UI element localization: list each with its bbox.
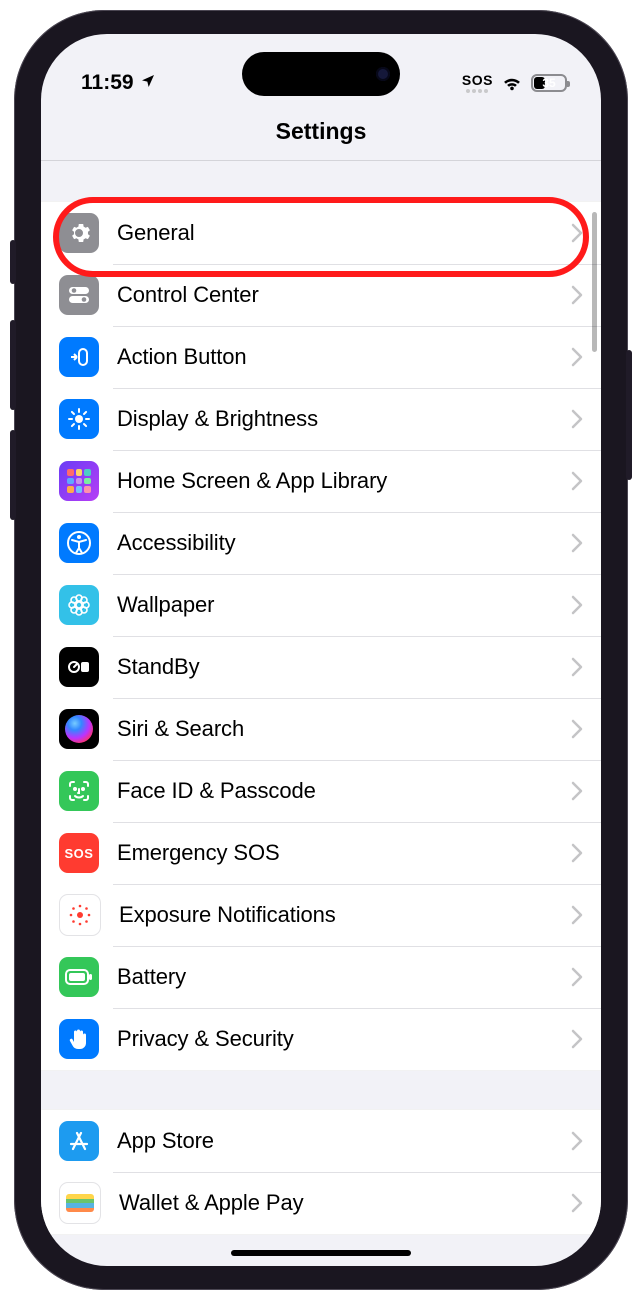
battery-percent: 35 (533, 76, 565, 90)
row-label: Wallpaper (117, 592, 571, 618)
status-left: 11:59 (81, 71, 156, 95)
status-right: SOS 35 (462, 73, 567, 93)
row-label: General (117, 220, 571, 246)
screen: 11:59 SOS 35 (41, 34, 601, 1266)
row-label: Emergency SOS (117, 840, 571, 866)
chevron-right-icon (571, 471, 583, 491)
chevron-right-icon (571, 843, 583, 863)
row-label: Privacy & Security (117, 1026, 571, 1052)
action-button-icon (59, 337, 99, 377)
settings-row-privacy[interactable]: Privacy & Security (41, 1008, 601, 1070)
row-label: Exposure Notifications (119, 902, 571, 928)
home-indicator[interactable] (231, 1250, 411, 1256)
chevron-right-icon (571, 223, 583, 243)
battery-indicator: 35 (531, 74, 567, 92)
row-label: Face ID & Passcode (117, 778, 571, 804)
settings-row-faceid[interactable]: Face ID & Passcode (41, 760, 601, 822)
faceid-icon (59, 771, 99, 811)
volume-down-button (10, 430, 16, 520)
settings-row-exposure[interactable]: Exposure Notifications (41, 884, 601, 946)
chevron-right-icon (571, 905, 583, 925)
chevron-right-icon (571, 1131, 583, 1151)
settings-row-sos[interactable]: SOS Emergency SOS (41, 822, 601, 884)
side-button (626, 350, 632, 480)
chevron-right-icon (571, 967, 583, 987)
row-label: Home Screen & App Library (117, 468, 571, 494)
sos-indicator: SOS (462, 73, 493, 93)
phone-frame: 11:59 SOS 35 (14, 10, 628, 1290)
chevron-right-icon (571, 781, 583, 801)
appstore-icon (59, 1121, 99, 1161)
chevron-right-icon (571, 657, 583, 677)
status-time: 11:59 (81, 71, 134, 95)
settings-row-control-center[interactable]: Control Center (41, 264, 601, 326)
row-label: Wallet & Apple Pay (119, 1190, 571, 1216)
row-label: Control Center (117, 282, 571, 308)
wallet-icon (59, 1182, 101, 1224)
chevron-right-icon (571, 347, 583, 367)
settings-list[interactable]: General Control Center (41, 161, 601, 1266)
siri-icon (59, 709, 99, 749)
settings-row-action-button[interactable]: Action Button (41, 326, 601, 388)
standby-icon (59, 647, 99, 687)
wifi-icon (501, 74, 523, 92)
row-label: Action Button (117, 344, 571, 370)
settings-row-siri[interactable]: Siri & Search (41, 698, 601, 760)
dynamic-island (242, 52, 400, 96)
chevron-right-icon (571, 1029, 583, 1049)
settings-row-appstore[interactable]: App Store (41, 1110, 601, 1172)
ringer-switch (10, 240, 16, 284)
settings-group-main: General Control Center (41, 201, 601, 1071)
settings-row-wallpaper[interactable]: Wallpaper (41, 574, 601, 636)
sos-icon: SOS (59, 833, 99, 873)
hand-icon (59, 1019, 99, 1059)
flower-icon (59, 585, 99, 625)
sos-label: SOS (462, 73, 493, 87)
page-title: Settings (41, 118, 601, 159)
chevron-right-icon (571, 409, 583, 429)
location-icon (140, 71, 156, 95)
settings-group-store: App Store Wallet & Apple Pay (41, 1109, 601, 1235)
front-camera-icon (376, 67, 390, 81)
chevron-right-icon (571, 285, 583, 305)
row-label: Siri & Search (117, 716, 571, 742)
settings-row-general[interactable]: General (41, 202, 601, 264)
battery-icon (59, 957, 99, 997)
settings-row-wallet[interactable]: Wallet & Apple Pay (41, 1172, 601, 1234)
settings-row-display[interactable]: Display & Brightness (41, 388, 601, 450)
apps-grid-icon (59, 461, 99, 501)
accessibility-icon (59, 523, 99, 563)
row-label: Display & Brightness (117, 406, 571, 432)
row-label: Accessibility (117, 530, 571, 556)
exposure-icon (59, 894, 101, 936)
row-label: StandBy (117, 654, 571, 680)
brightness-icon (59, 399, 99, 439)
chevron-right-icon (571, 719, 583, 739)
chevron-right-icon (571, 1193, 583, 1213)
row-label: App Store (117, 1128, 571, 1154)
volume-up-button (10, 320, 16, 410)
switches-icon (59, 275, 99, 315)
gear-icon (59, 213, 99, 253)
settings-row-accessibility[interactable]: Accessibility (41, 512, 601, 574)
settings-row-battery[interactable]: Battery (41, 946, 601, 1008)
row-label: Battery (117, 964, 571, 990)
settings-row-standby[interactable]: StandBy (41, 636, 601, 698)
scrollbar[interactable] (592, 212, 597, 352)
settings-row-home-screen[interactable]: Home Screen & App Library (41, 450, 601, 512)
chevron-right-icon (571, 595, 583, 615)
chevron-right-icon (571, 533, 583, 553)
